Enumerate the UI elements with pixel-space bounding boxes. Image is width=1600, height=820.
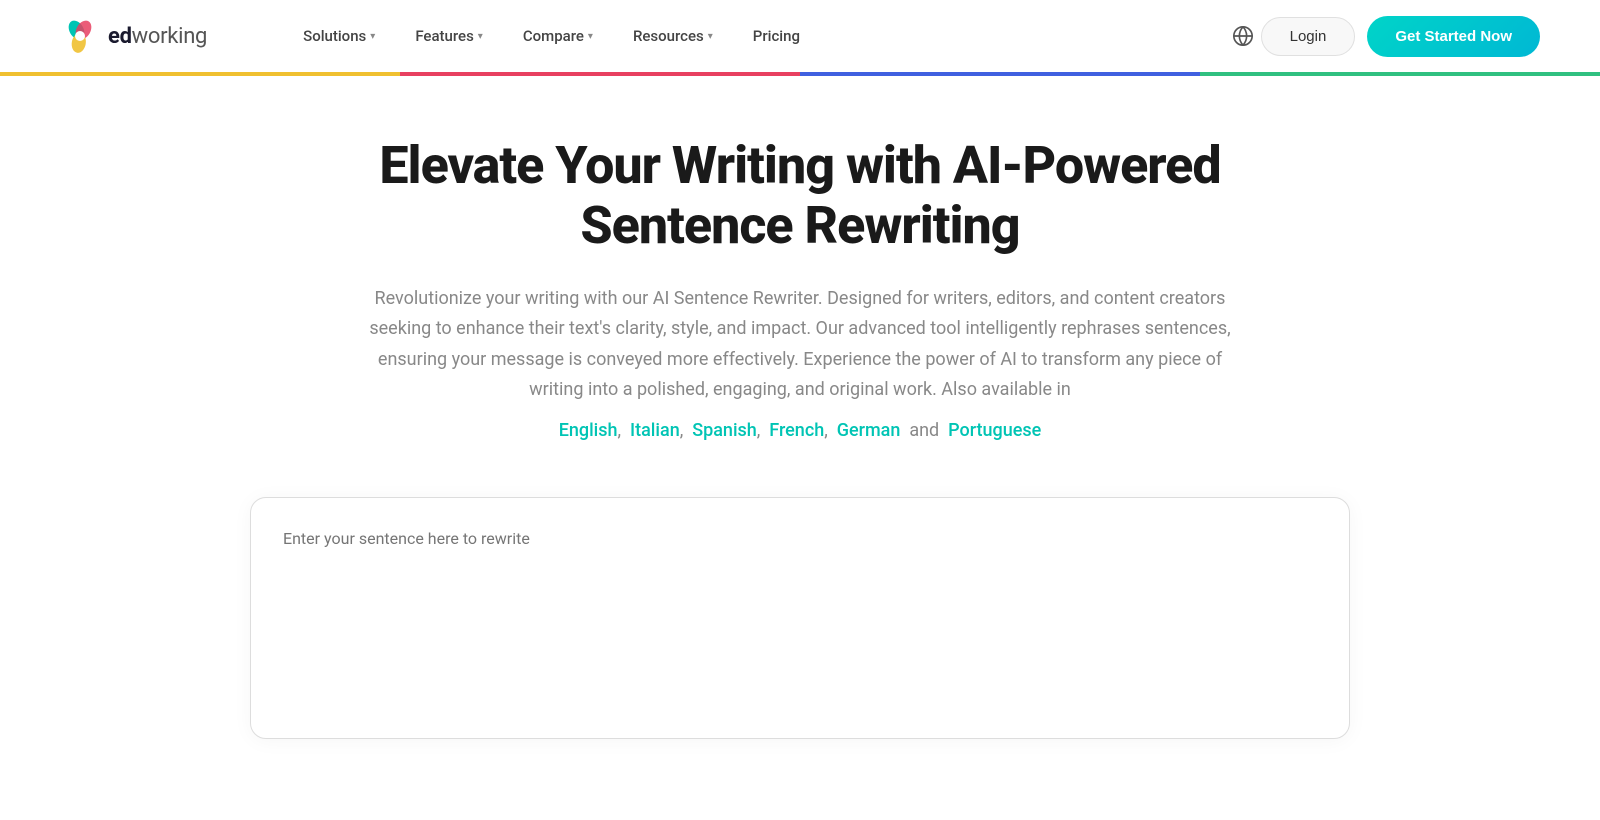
hero-description: Revolutionize your writing with our AI S… bbox=[350, 284, 1250, 406]
lang-italian[interactable]: Italian bbox=[630, 420, 680, 441]
logo-text: edworking bbox=[108, 24, 207, 49]
nav-item-features[interactable]: Features ▾ bbox=[399, 19, 499, 53]
nav-label-solutions: Solutions bbox=[303, 27, 366, 45]
main-content: Elevate Your Writing with AI-Powered Sen… bbox=[0, 76, 1600, 779]
chevron-down-icon: ▾ bbox=[708, 31, 713, 42]
color-bar-blue bbox=[800, 72, 1200, 76]
login-button[interactable]: Login bbox=[1261, 17, 1356, 56]
color-bar bbox=[0, 72, 1600, 76]
lang-french[interactable]: French bbox=[769, 420, 824, 441]
hero-languages: English, Italian, Spanish, French, Germa… bbox=[559, 416, 1042, 447]
nav-item-pricing[interactable]: Pricing bbox=[737, 19, 816, 53]
nav-item-resources[interactable]: Resources ▾ bbox=[617, 19, 729, 53]
get-started-button[interactable]: Get Started Now bbox=[1367, 16, 1540, 57]
lang-german[interactable]: German bbox=[837, 420, 901, 441]
lang-portuguese[interactable]: Portuguese bbox=[948, 420, 1041, 441]
chevron-down-icon: ▾ bbox=[478, 31, 483, 42]
color-bar-green bbox=[1200, 72, 1600, 76]
logo[interactable]: edworking bbox=[60, 16, 207, 56]
color-bar-yellow bbox=[0, 72, 400, 76]
hero-title: Elevate Your Writing with AI-Powered Sen… bbox=[275, 136, 1325, 256]
header: edworking Solutions ▾ Features ▾ Compare… bbox=[0, 0, 1600, 72]
nav-label-pricing: Pricing bbox=[753, 27, 800, 45]
chevron-down-icon: ▾ bbox=[588, 31, 593, 42]
nav-item-solutions[interactable]: Solutions ▾ bbox=[287, 19, 391, 53]
chevron-down-icon: ▾ bbox=[370, 31, 375, 42]
main-nav: Solutions ▾ Features ▾ Compare ▾ Resourc… bbox=[287, 19, 1225, 53]
nav-item-compare[interactable]: Compare ▾ bbox=[507, 19, 609, 53]
logo-icon bbox=[60, 16, 100, 56]
lang-english[interactable]: English bbox=[559, 420, 618, 441]
header-actions: Login Get Started Now bbox=[1261, 16, 1540, 57]
nav-label-resources: Resources bbox=[633, 27, 704, 45]
nav-label-features: Features bbox=[415, 27, 473, 45]
and-text: and bbox=[909, 420, 939, 441]
color-bar-red bbox=[400, 72, 800, 76]
globe-icon bbox=[1232, 25, 1254, 47]
sentence-input[interactable] bbox=[283, 526, 1317, 706]
sentence-input-container bbox=[250, 497, 1350, 739]
hero-description-text: Revolutionize your writing with our AI S… bbox=[369, 288, 1230, 401]
nav-label-compare: Compare bbox=[523, 27, 584, 45]
lang-spanish[interactable]: Spanish bbox=[692, 420, 757, 441]
language-globe-button[interactable] bbox=[1225, 18, 1261, 54]
